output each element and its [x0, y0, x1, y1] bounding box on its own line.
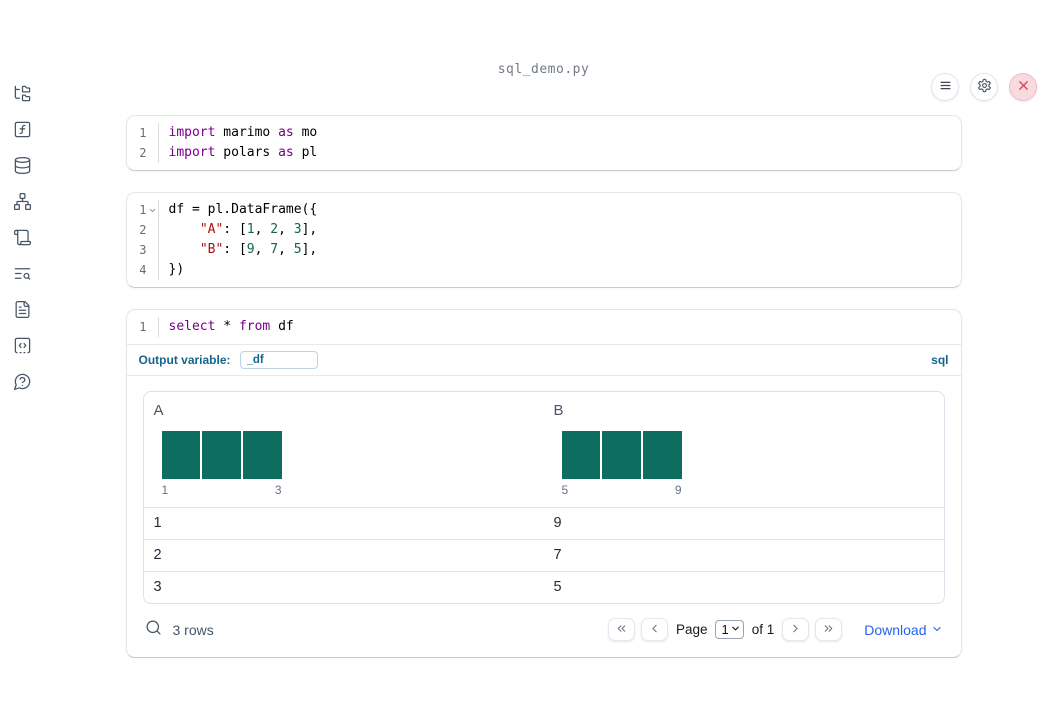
file-text-icon [13, 300, 32, 322]
code-line[interactable]: 2 import polars as pl [127, 143, 961, 163]
hist-min-label: 5 [561, 483, 569, 497]
dataframe-table: A 1 3 B 5 9 1 9 2 7 3 5 [142, 391, 945, 604]
code-editor[interactable]: 1 df = pl.DataFrame({2 "A": [1, 2, 3], 3 "… [127, 193, 961, 287]
sidebar-item-logs[interactable] [0, 221, 44, 257]
download-label: Download [864, 621, 927, 638]
chevrons-left-icon [615, 622, 628, 638]
chevron-left-icon [648, 622, 661, 638]
table-row: 19 [143, 507, 944, 539]
sidebar-item-scratchpad[interactable] [0, 293, 44, 329]
language-badge: sql [931, 353, 949, 367]
database-icon [13, 156, 32, 178]
last-page-button[interactable] [815, 618, 843, 641]
output-variable-input[interactable] [239, 351, 318, 369]
column-histogram: 1 3 [161, 431, 282, 497]
next-page-button[interactable] [782, 618, 810, 641]
histogram-bar [561, 431, 601, 479]
download-button[interactable]: Download [864, 622, 942, 638]
sidebar-item-help[interactable] [0, 365, 44, 401]
code-line[interactable]: 2 "A": [1, 2, 3], [127, 220, 961, 240]
top-actions [931, 73, 1037, 101]
cell-sql: 1select * from df Output variable: sql A [125, 309, 962, 658]
first-page-button[interactable] [607, 618, 635, 641]
previous-page-button[interactable] [640, 618, 668, 641]
sidebar-item-dependency-graph[interactable] [0, 185, 44, 221]
table-cell: 5 [553, 579, 562, 595]
chevrons-right-icon [822, 622, 835, 638]
table-row: 35 [143, 571, 944, 603]
code-line[interactable]: 1 df = pl.DataFrame({ [127, 200, 961, 220]
fold-chevron-icon[interactable] [147, 200, 158, 220]
code-line[interactable]: 1 import marimo as mo [127, 123, 961, 143]
table-cell: 1 [153, 515, 162, 531]
chevron-right-icon [789, 622, 802, 638]
column-title: B [553, 402, 564, 419]
text-search-icon [13, 264, 32, 286]
sidebar [0, 62, 44, 401]
chevron-down-icon [931, 622, 943, 638]
page-label: Page [675, 622, 708, 637]
histogram-bar [242, 431, 282, 479]
sidebar-item-file-explorer[interactable] [0, 77, 44, 113]
hist-min-label: 1 [161, 483, 169, 497]
close-icon [1016, 78, 1031, 96]
code-editor[interactable]: 1 select * from df [127, 310, 961, 344]
close-button[interactable] [1009, 73, 1037, 101]
sidebar-item-variables[interactable] [0, 113, 44, 149]
hist-max-label: 9 [674, 483, 682, 497]
settings-button[interactable] [970, 73, 998, 101]
code-line[interactable]: 4}) [127, 260, 961, 280]
network-icon [13, 192, 32, 214]
table-header: A 1 3 B 5 9 [144, 392, 944, 507]
notebook: sql_demo.py 1 import marimo as mo 2 import … [44, 62, 1043, 658]
chevron-down-icon [730, 622, 741, 637]
folder-tree-icon [13, 84, 32, 106]
table-cell: 9 [553, 515, 562, 531]
sql-cell-footer: Output variable: sql [126, 344, 961, 375]
histogram-bar [602, 431, 641, 479]
page-select[interactable]: 1 [715, 620, 744, 639]
help-bubble-icon [13, 372, 32, 394]
output-variable-label: Output variable: [138, 353, 231, 367]
code-line[interactable]: 1 select * from df [127, 317, 961, 337]
column-title: A [153, 402, 164, 419]
sidebar-item-data-sources[interactable] [0, 149, 44, 185]
page-select-value: 1 [721, 622, 729, 637]
cell-imports: 1 import marimo as mo 2 import polars as pl [125, 115, 962, 171]
table-cell: 3 [153, 579, 162, 595]
row-count: 3 rows [172, 621, 214, 638]
hist-max-label: 3 [274, 483, 282, 497]
column-histogram: 5 9 [561, 431, 682, 497]
page-of-label: of 1 [751, 622, 775, 637]
code-editor[interactable]: 1 import marimo as mo 2 import polars as pl [127, 116, 961, 170]
menu-icon [938, 78, 953, 96]
search-icon[interactable] [145, 619, 162, 641]
histogram-bar [161, 431, 201, 479]
cell-output: A 1 3 B 5 9 1 9 2 7 3 5 3 rows Page 1 of… [126, 375, 961, 657]
table-body: 192735 [143, 507, 944, 603]
column-header-b[interactable]: B 5 9 [544, 392, 944, 507]
function-square-icon [13, 120, 32, 142]
cell-dataframe: 1 df = pl.DataFrame({2 "A": [1, 2, 3], 3 "… [125, 192, 962, 288]
table-cell: 2 [153, 547, 162, 563]
sidebar-item-documentation[interactable] [0, 257, 44, 293]
scroll-icon [13, 228, 32, 250]
code-line[interactable]: 3 "B": [9, 7, 5], [127, 240, 961, 260]
code-square-icon [13, 336, 32, 358]
notebook-filename: sql_demo.py [497, 62, 590, 77]
table-row: 27 [143, 539, 944, 571]
table-footer: 3 rows Page 1 of 1 Download [143, 604, 945, 643]
sidebar-item-snippets[interactable] [0, 329, 44, 365]
gear-icon [977, 78, 992, 96]
menu-button[interactable] [931, 73, 959, 101]
column-header-a[interactable]: A 1 3 [144, 392, 544, 507]
histogram-bar [642, 431, 682, 479]
histogram-bar [202, 431, 241, 479]
table-cell: 7 [553, 547, 562, 563]
